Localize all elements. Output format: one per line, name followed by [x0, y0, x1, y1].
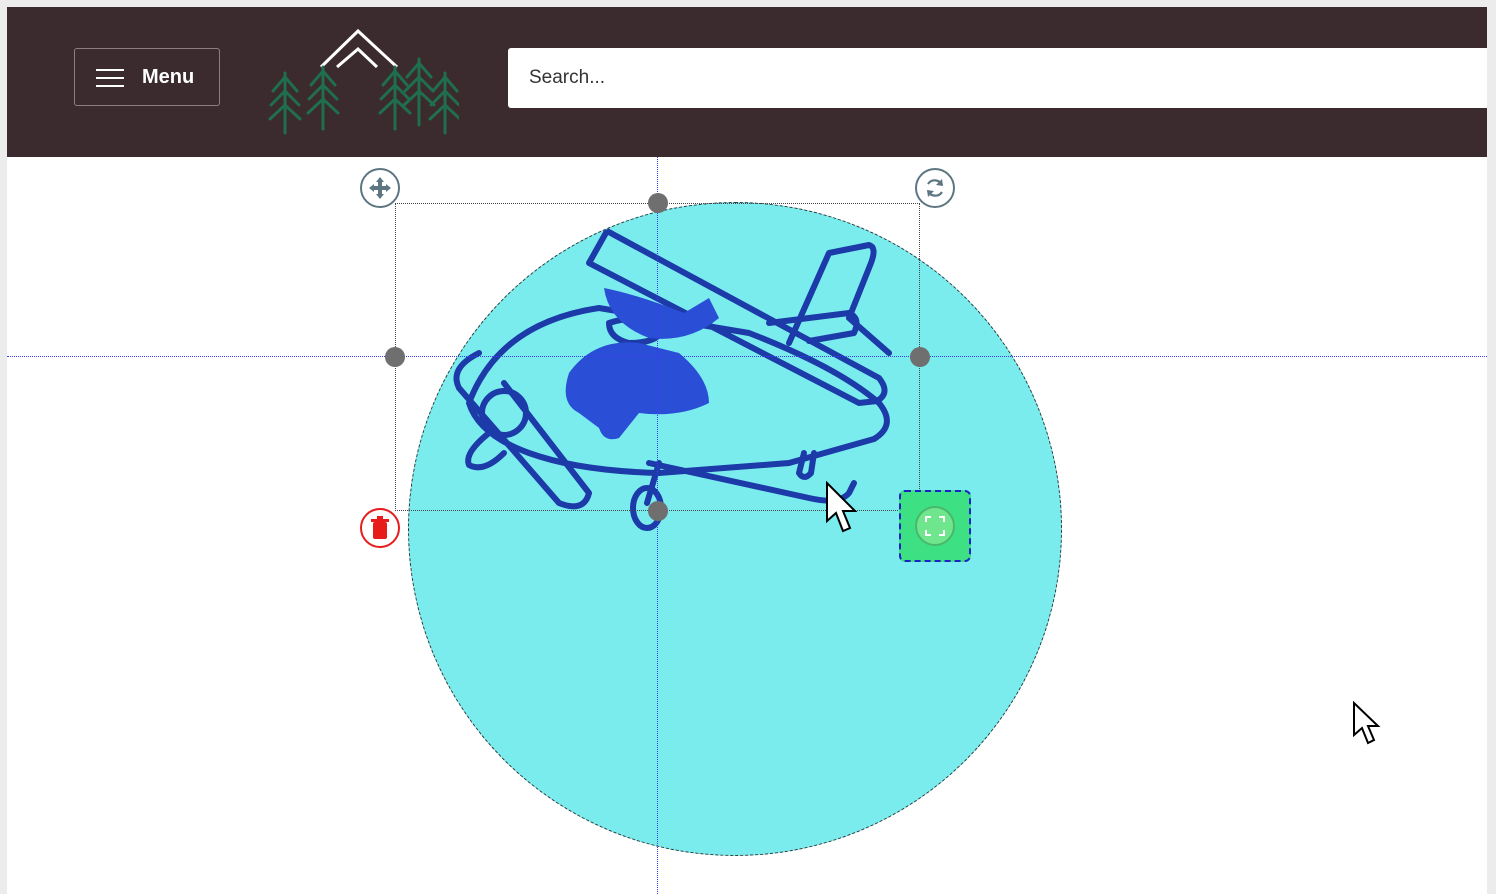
search-box[interactable] [508, 48, 1487, 108]
trash-icon [371, 516, 389, 539]
horizontal-center-guide [7, 356, 1487, 357]
right-middle-handle[interactable] [910, 347, 930, 367]
bottom-middle-handle[interactable] [648, 501, 668, 521]
search-input[interactable] [508, 48, 1487, 108]
move-control[interactable] [360, 168, 400, 208]
move-arrows-icon [369, 177, 391, 199]
rotate-icon [927, 179, 943, 197]
delete-control[interactable] [360, 508, 400, 548]
vertical-center-guide [657, 157, 658, 894]
resize-expand-icon [925, 516, 945, 536]
resize-control[interactable] [899, 490, 971, 562]
mountain-pine-trees-logo[interactable] [259, 25, 459, 135]
rotate-control[interactable] [915, 168, 955, 208]
top-middle-handle[interactable] [648, 193, 668, 213]
design-canvas[interactable] [7, 157, 1487, 894]
cursor-arrow-icon [1353, 701, 1381, 745]
left-middle-handle[interactable] [385, 347, 405, 367]
menu-label: Menu [142, 66, 195, 88]
hamburger-icon [96, 69, 124, 87]
site-header: Menu [7, 7, 1487, 157]
menu-button[interactable]: Menu [74, 48, 220, 106]
app-frame: Menu [7, 7, 1487, 894]
